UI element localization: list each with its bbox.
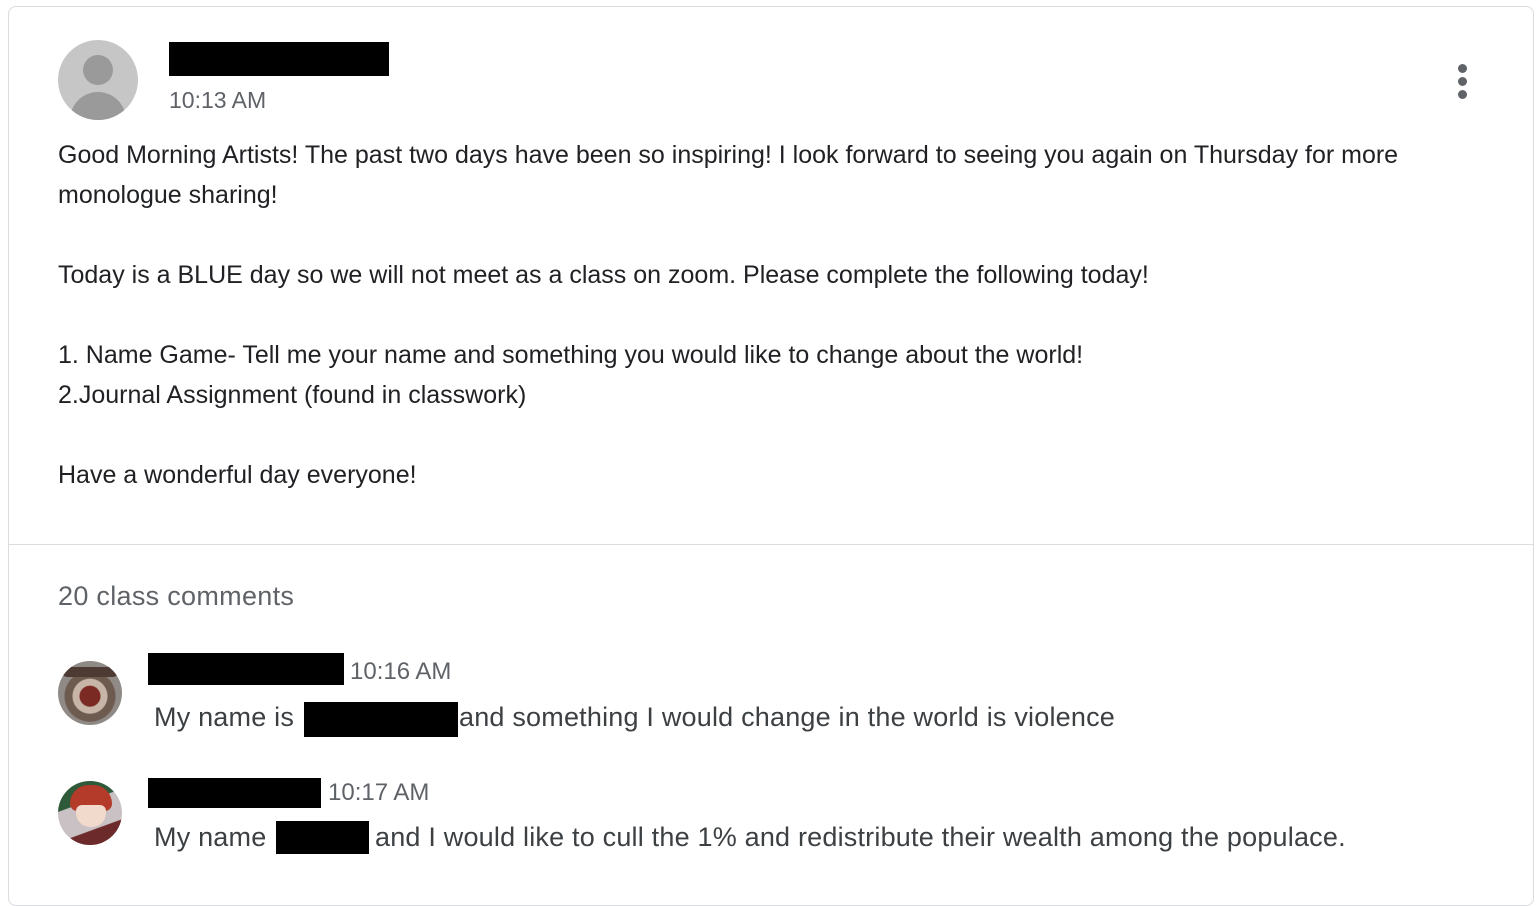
person-icon-head [83,55,113,85]
comment-timestamp: 10:16 AM [350,658,452,685]
comment-text-end: and I would like to cull the 1% and redi… [375,822,1346,852]
post-paragraph [58,215,1498,255]
announcement-card: 10:13 AM Good Morning Artists! The past … [8,6,1534,906]
comment-text-start: My name is [154,702,295,732]
author-avatar [58,40,138,120]
more-vert-icon[interactable] [1449,61,1477,101]
post-paragraph: 2.Journal Assignment (found in classwork… [58,381,527,409]
commenter-avatar [58,781,122,845]
comment-timestamp: 10:17 AM [328,779,430,806]
redacted-commenter-name [148,778,321,808]
class-comments-link[interactable]: 20 class comments [58,581,294,612]
post-paragraph [58,295,1498,335]
redacted-name-in-comment [276,821,369,854]
commenter-avatar [58,661,122,725]
post-paragraph: Today is a BLUE day so we will not meet … [58,261,1149,289]
comment-text-start: My name [154,822,267,852]
divider [9,544,1533,545]
person-icon-body [70,92,126,120]
redacted-name-in-comment [304,702,458,737]
post-timestamp: 10:13 AM [169,87,267,113]
redacted-commenter-name [148,653,344,685]
post-paragraph: 1. Name Game- Tell me your name and some… [58,341,1084,369]
post-paragraph [58,415,1498,455]
redacted-author-name [169,42,389,76]
post-paragraph: Have a wonderful day everyone! [58,461,417,489]
comment-text-end: and something I would change in the worl… [459,702,1115,732]
post-paragraph: Good Morning Artists! The past two days … [58,141,1399,209]
post-body: Good Morning Artists! The past two days … [58,135,1498,495]
